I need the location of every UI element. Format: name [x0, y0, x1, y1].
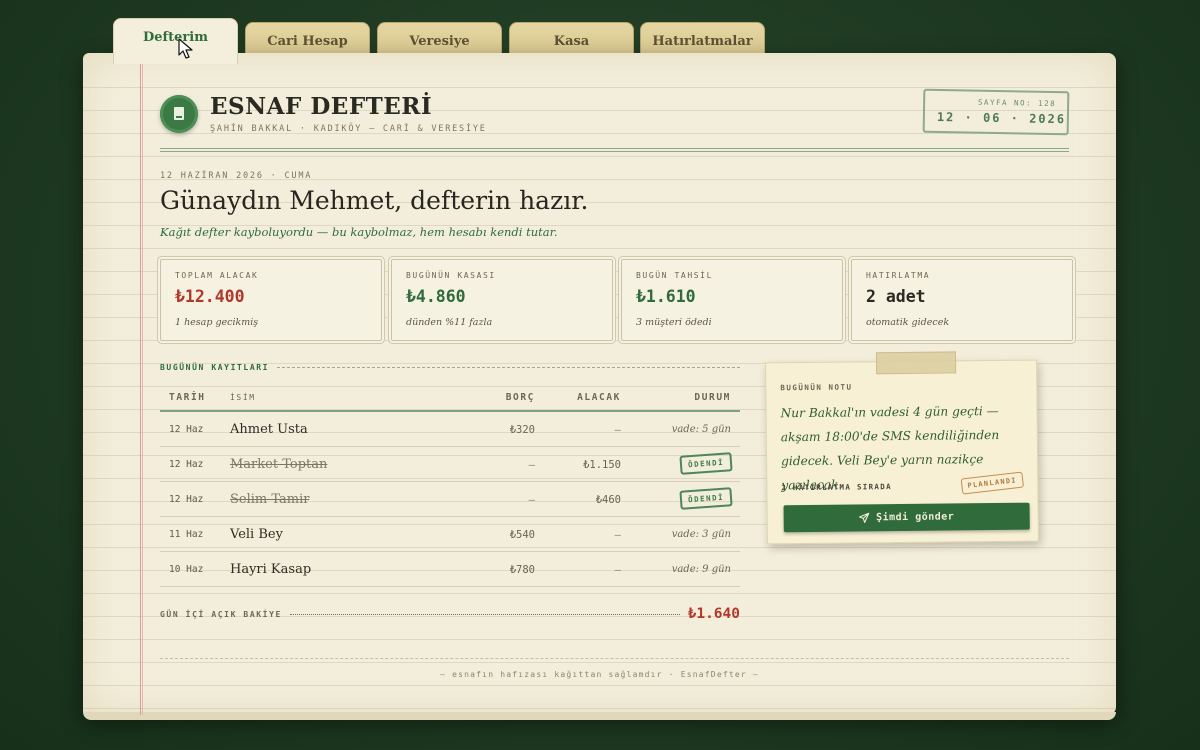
row-name: Hayri Kasap	[230, 562, 312, 577]
stat-value: ₺1.610	[636, 287, 696, 306]
row-alacak: —	[614, 564, 621, 576]
row-alacak: —	[614, 424, 621, 436]
row-name: Ahmet Usta	[230, 422, 308, 437]
tab-label: Veresiye	[409, 34, 470, 49]
stat-label: TOPLAM ALACAK	[175, 271, 259, 280]
tape-strip	[875, 351, 957, 375]
row-borc: ₺540	[509, 529, 535, 541]
stamp-date: 12 · 06 · 2026	[936, 109, 1067, 127]
tab-label: Kasa	[553, 34, 590, 49]
tagline: Kağıt defter kayboluyordu — bu kaybolmaz…	[160, 225, 558, 239]
stat-label: BUGÜN TAHSİL	[636, 271, 713, 280]
table-row[interactable]: 12 Haz Ahmet Usta ₺320 — vade: 5 gün	[160, 412, 740, 447]
row-date: 12 Haz	[169, 459, 204, 470]
records-table: TARİH İSİM BORÇ ALACAK DURUM 12 Haz Ahme…	[160, 383, 740, 587]
row-status: vade: 3 gün	[671, 529, 731, 540]
send-icon	[859, 512, 870, 524]
column-header-durum[interactable]: DURUM	[694, 392, 731, 403]
row-alacak: ₺460	[595, 494, 621, 506]
row-name: Veli Bey	[230, 527, 283, 542]
balance-label: GÜN İÇİ AÇIK BAKİYE	[160, 609, 282, 619]
stat-note: otomatik gidecek	[866, 317, 950, 328]
app-title: ESNAF DEFTERİ	[210, 93, 433, 120]
row-name: Market Toptan	[230, 457, 328, 472]
date-stamp: SAYFA NO: 128 12 · 06 · 2026	[922, 88, 1070, 136]
table-row[interactable]: 12 Haz Market Toptan — ₺1.150 ÖDENDİ	[160, 447, 740, 482]
row-borc: ₺780	[509, 564, 535, 576]
tab-defterim[interactable]: Defterim	[113, 18, 238, 64]
row-alacak: ₺1.150	[583, 459, 621, 471]
app-subtitle: ŞAHİN BAKKAL · KADIKÖY — CARİ & VERESİYE	[210, 124, 487, 134]
row-name: Selim Tamir	[230, 492, 310, 507]
paid-stamp: ÖDENDİ	[679, 487, 733, 510]
header-divider	[160, 148, 1069, 152]
open-balance: GÜN İÇİ AÇIK BAKİYE ₺1.640	[160, 606, 740, 622]
column-header-date[interactable]: TARİH	[169, 392, 206, 403]
page-number: SAYFA NO: 128	[977, 97, 1057, 109]
column-header-alacak[interactable]: ALACAK	[577, 392, 621, 403]
row-date: 12 Haz	[169, 424, 204, 435]
column-header-name[interactable]: İSİM	[230, 393, 256, 402]
row-borc: —	[528, 459, 535, 471]
ledger-book-icon	[160, 95, 198, 133]
stat-note: 3 müşteri ödedi	[636, 317, 712, 328]
row-date: 12 Haz	[169, 494, 204, 505]
section-title-text: BUGÜNÜN KAYITLARI	[160, 363, 270, 372]
row-status: vade: 9 gün	[671, 564, 731, 575]
row-status: vade: 5 gün	[671, 424, 731, 435]
daily-note: BUGÜNÜN NOTU Nur Bakkal'ın vadesi 4 gün …	[765, 351, 1039, 545]
stat-value: ₺12.400	[175, 287, 245, 306]
margin-line	[140, 53, 143, 715]
stat-card-bugunun-kasasi[interactable]: BUGÜNÜN KASASI ₺4.860 dünden %11 fazla	[389, 257, 615, 343]
stat-note: 1 hesap gecikmiş	[175, 317, 259, 328]
table-header: TARİH İSİM BORÇ ALACAK DURUM	[160, 383, 740, 412]
stat-card-bugun-tahsil[interactable]: BUGÜN TAHSİL ₺1.610 3 müşteri ödedi	[619, 257, 845, 343]
send-button-label: Şimdi gönder	[876, 511, 955, 524]
mouse-cursor-icon	[178, 38, 193, 59]
current-date: 12 HAZİRAN 2026 · CUMA	[160, 171, 313, 181]
row-date: 10 Haz	[169, 564, 204, 575]
greeting-heading: Günaydın Mehmet, defterin hazır.	[160, 186, 589, 215]
balance-value: ₺1.640	[687, 606, 740, 622]
footer-text: — esnafın hafızası kağıttan sağlamdır · …	[440, 670, 759, 679]
table-row[interactable]: 10 Haz Hayri Kasap ₺780 — vade: 9 gün	[160, 552, 740, 587]
row-borc: ₺320	[509, 424, 535, 436]
row-borc: —	[528, 494, 535, 506]
row-alacak: —	[614, 529, 621, 541]
column-header-borc[interactable]: BORÇ	[506, 392, 535, 403]
send-now-button[interactable]: Şimdi gönder	[783, 502, 1030, 533]
stat-card-toplam-alacak[interactable]: TOPLAM ALACAK ₺12.400 1 hesap gecikmiş	[158, 257, 384, 343]
stat-label: BUGÜNÜN KASASI	[406, 271, 496, 280]
stat-card-hatirlatma[interactable]: HATIRLATMA 2 adet otomatik gidecek	[849, 257, 1075, 343]
tab-label: Defterim	[143, 30, 208, 45]
stat-note: dünden %11 fazla	[406, 317, 493, 328]
tab-label: Cari Hesap	[267, 34, 348, 49]
table-row[interactable]: 12 Haz Selim Tamir — ₺460 ÖDENDİ	[160, 482, 740, 517]
stat-value: 2 adet	[866, 287, 926, 306]
paid-stamp: ÖDENDİ	[679, 452, 733, 475]
tab-label: Hatırlatmalar	[652, 34, 753, 49]
stat-label: HATIRLATMA	[866, 271, 931, 280]
table-row[interactable]: 11 Haz Veli Bey ₺540 — vade: 3 gün	[160, 517, 740, 552]
note-label: BUGÜNÜN NOTU	[780, 382, 853, 393]
footer-divider	[160, 658, 1069, 659]
ledger-page: ESNAF DEFTERİ ŞAHİN BAKKAL · KADIKÖY — C…	[83, 53, 1116, 720]
row-date: 11 Haz	[169, 529, 204, 540]
records-section-title: BUGÜNÜN KAYITLARI	[160, 363, 740, 372]
stat-value: ₺4.860	[406, 287, 466, 306]
reminder-count: 2 HATIRLATMA SIRADA	[781, 482, 892, 493]
